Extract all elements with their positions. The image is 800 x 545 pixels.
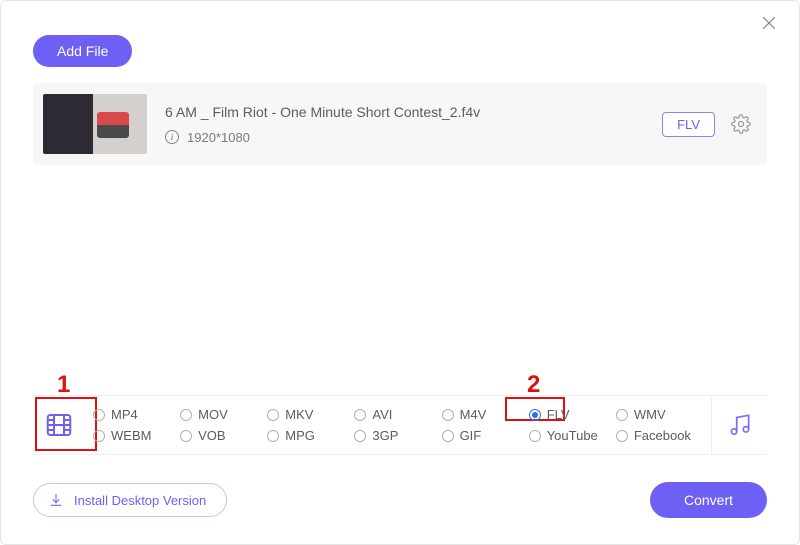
radio-icon [180, 409, 192, 421]
close-icon[interactable] [759, 13, 783, 37]
radio-icon [267, 430, 279, 442]
format-option-label: GIF [460, 428, 482, 443]
file-title: 6 AM _ Film Riot - One Minute Short Cont… [165, 104, 662, 120]
download-icon [48, 492, 64, 508]
format-option-label: 3GP [372, 428, 398, 443]
format-option-vob[interactable]: VOB [180, 428, 267, 443]
radio-icon [354, 430, 366, 442]
format-option-label: Facebook [634, 428, 691, 443]
radio-icon [529, 430, 541, 442]
format-option-label: MP4 [111, 407, 138, 422]
radio-icon [442, 430, 454, 442]
format-option-youtube[interactable]: YouTube [529, 428, 616, 443]
radio-icon [529, 409, 541, 421]
file-resolution-row: i 1920*1080 [165, 130, 662, 145]
radio-icon [616, 409, 628, 421]
add-file-button[interactable]: Add File [33, 35, 132, 67]
install-desktop-button[interactable]: Install Desktop Version [33, 483, 227, 517]
format-option-mov[interactable]: MOV [180, 407, 267, 422]
radio-icon [267, 409, 279, 421]
radio-icon [354, 409, 366, 421]
format-option-mpg[interactable]: MPG [267, 428, 354, 443]
format-bar: MP4 MOV MKV AVI M4V FLV WMV WEBM VOB MPG 3GP GIF You… [33, 395, 767, 455]
info-icon: i [165, 130, 179, 144]
format-option-gif[interactable]: GIF [442, 428, 529, 443]
format-option-wmv[interactable]: WMV [616, 407, 703, 422]
radio-icon [442, 409, 454, 421]
format-option-m4v[interactable]: M4V [442, 407, 529, 422]
video-format-tab[interactable] [33, 395, 85, 455]
format-option-label: MOV [198, 407, 228, 422]
format-option-label: YouTube [547, 428, 598, 443]
format-option-label: MPG [285, 428, 315, 443]
format-option-label: FLV [547, 407, 570, 422]
format-option-facebook[interactable]: Facebook [616, 428, 703, 443]
file-meta: 6 AM _ Film Riot - One Minute Short Cont… [165, 104, 662, 145]
install-desktop-label: Install Desktop Version [74, 493, 206, 508]
format-option-webm[interactable]: WEBM [93, 428, 180, 443]
output-format-badge[interactable]: FLV [662, 112, 715, 137]
format-option-label: WMV [634, 407, 666, 422]
format-option-3gp[interactable]: 3GP [354, 428, 441, 443]
format-option-label: AVI [372, 407, 392, 422]
format-option-label: MKV [285, 407, 313, 422]
gear-icon[interactable] [731, 114, 751, 134]
file-card: 6 AM _ Film Riot - One Minute Short Cont… [33, 83, 767, 165]
audio-format-tab[interactable] [711, 395, 767, 455]
radio-icon [93, 430, 105, 442]
convert-button[interactable]: Convert [650, 482, 767, 518]
radio-icon [616, 430, 628, 442]
format-option-mkv[interactable]: MKV [267, 407, 354, 422]
radio-icon [180, 430, 192, 442]
file-thumbnail [43, 94, 147, 154]
format-option-label: WEBM [111, 428, 151, 443]
format-option-avi[interactable]: AVI [354, 407, 441, 422]
format-option-flv[interactable]: FLV [529, 407, 616, 422]
radio-icon [93, 409, 105, 421]
format-option-mp4[interactable]: MP4 [93, 407, 180, 422]
file-resolution: 1920*1080 [187, 130, 250, 145]
format-option-label: M4V [460, 407, 487, 422]
format-option-label: VOB [198, 428, 225, 443]
